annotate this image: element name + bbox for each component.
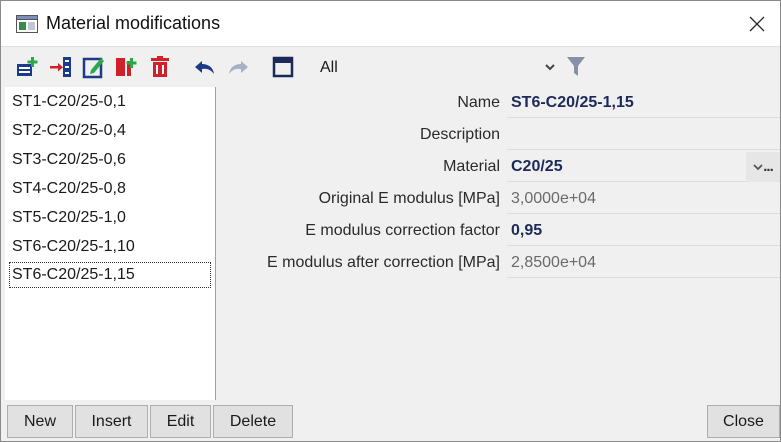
list-item[interactable]: ST6-C20/25-1,10 xyxy=(9,234,211,260)
list-item-selected[interactable]: ST6-C20/25-1,15 xyxy=(9,262,211,288)
modification-list: ST1-C20/25-0,1 ST2-C20/25-0,4 ST3-C20/25… xyxy=(5,87,216,400)
material-value: C20/25 xyxy=(511,158,563,175)
close-button[interactable]: Close xyxy=(707,405,780,438)
filter-icon[interactable] xyxy=(566,56,586,83)
correction-factor-label: E modulus correction factor xyxy=(305,222,500,239)
minimize-panel-icon[interactable] xyxy=(271,55,295,79)
window-title: Material modifications xyxy=(46,13,221,33)
property-panel: Name ST6-C20/25-1,15 Description Materia… xyxy=(219,87,780,400)
edit-button[interactable]: Edit xyxy=(150,405,211,438)
original-e-label: Original E modulus [MPa] xyxy=(318,190,500,207)
toolbar: All xyxy=(1,46,780,86)
material-select[interactable]: C20/25 ... xyxy=(507,152,780,182)
redo-icon[interactable] xyxy=(226,55,250,79)
ellipsis-label: ... xyxy=(763,158,773,175)
description-label: Description xyxy=(419,126,500,143)
property-row-after-correction: E modulus after correction [MPa] 2,8500e… xyxy=(219,247,780,279)
edit-icon[interactable] xyxy=(82,55,106,79)
undo-icon[interactable] xyxy=(193,55,217,79)
after-correction-value: 2,8500e+04 xyxy=(507,248,780,278)
delete-icon[interactable] xyxy=(148,55,172,79)
list-item[interactable]: ST1-C20/25-0,1 xyxy=(9,89,211,115)
filter-select[interactable]: All xyxy=(313,55,563,81)
material-modifications-dialog: Material modifications All ST1-C20/25-0,… xyxy=(0,0,781,442)
list-item[interactable]: ST2-C20/25-0,4 xyxy=(9,118,211,144)
material-label: Material xyxy=(443,158,500,175)
close-icon[interactable] xyxy=(742,9,772,39)
description-field[interactable] xyxy=(507,120,780,150)
insert-icon[interactable] xyxy=(49,55,73,79)
copy-icon[interactable] xyxy=(114,55,138,79)
property-row-material: Material C20/25 ... xyxy=(219,151,780,183)
chevron-down-icon xyxy=(753,164,763,171)
insert-button[interactable]: Insert xyxy=(75,405,148,438)
name-field[interactable]: ST6-C20/25-1,15 xyxy=(507,88,780,118)
property-row-correction: E modulus correction factor 0,95 xyxy=(219,215,780,247)
property-row-original-e: Original E modulus [MPa] 3,0000e+04 xyxy=(219,183,780,215)
app-window-icon xyxy=(16,14,38,33)
list-item[interactable]: ST3-C20/25-0,6 xyxy=(9,147,211,173)
property-row-description: Description xyxy=(219,119,780,151)
filter-value: All xyxy=(320,59,338,76)
name-label: Name xyxy=(457,94,500,111)
delete-button[interactable]: Delete xyxy=(213,405,293,438)
new-record-icon[interactable] xyxy=(15,55,39,79)
after-correction-label: E modulus after correction [MPa] xyxy=(267,254,500,271)
material-browse-button[interactable]: ... xyxy=(746,152,780,182)
new-button[interactable]: New xyxy=(7,405,73,438)
correction-factor-field[interactable]: 0,95 xyxy=(507,216,780,246)
property-row-name: Name ST6-C20/25-1,15 xyxy=(219,87,780,119)
list-item[interactable]: ST4-C20/25-0,8 xyxy=(9,176,211,202)
list-item[interactable]: ST5-C20/25-1,0 xyxy=(9,205,211,231)
chevron-down-icon xyxy=(543,60,557,79)
original-e-value: 3,0000e+04 xyxy=(507,184,780,214)
title-bar: Material modifications xyxy=(1,1,780,46)
